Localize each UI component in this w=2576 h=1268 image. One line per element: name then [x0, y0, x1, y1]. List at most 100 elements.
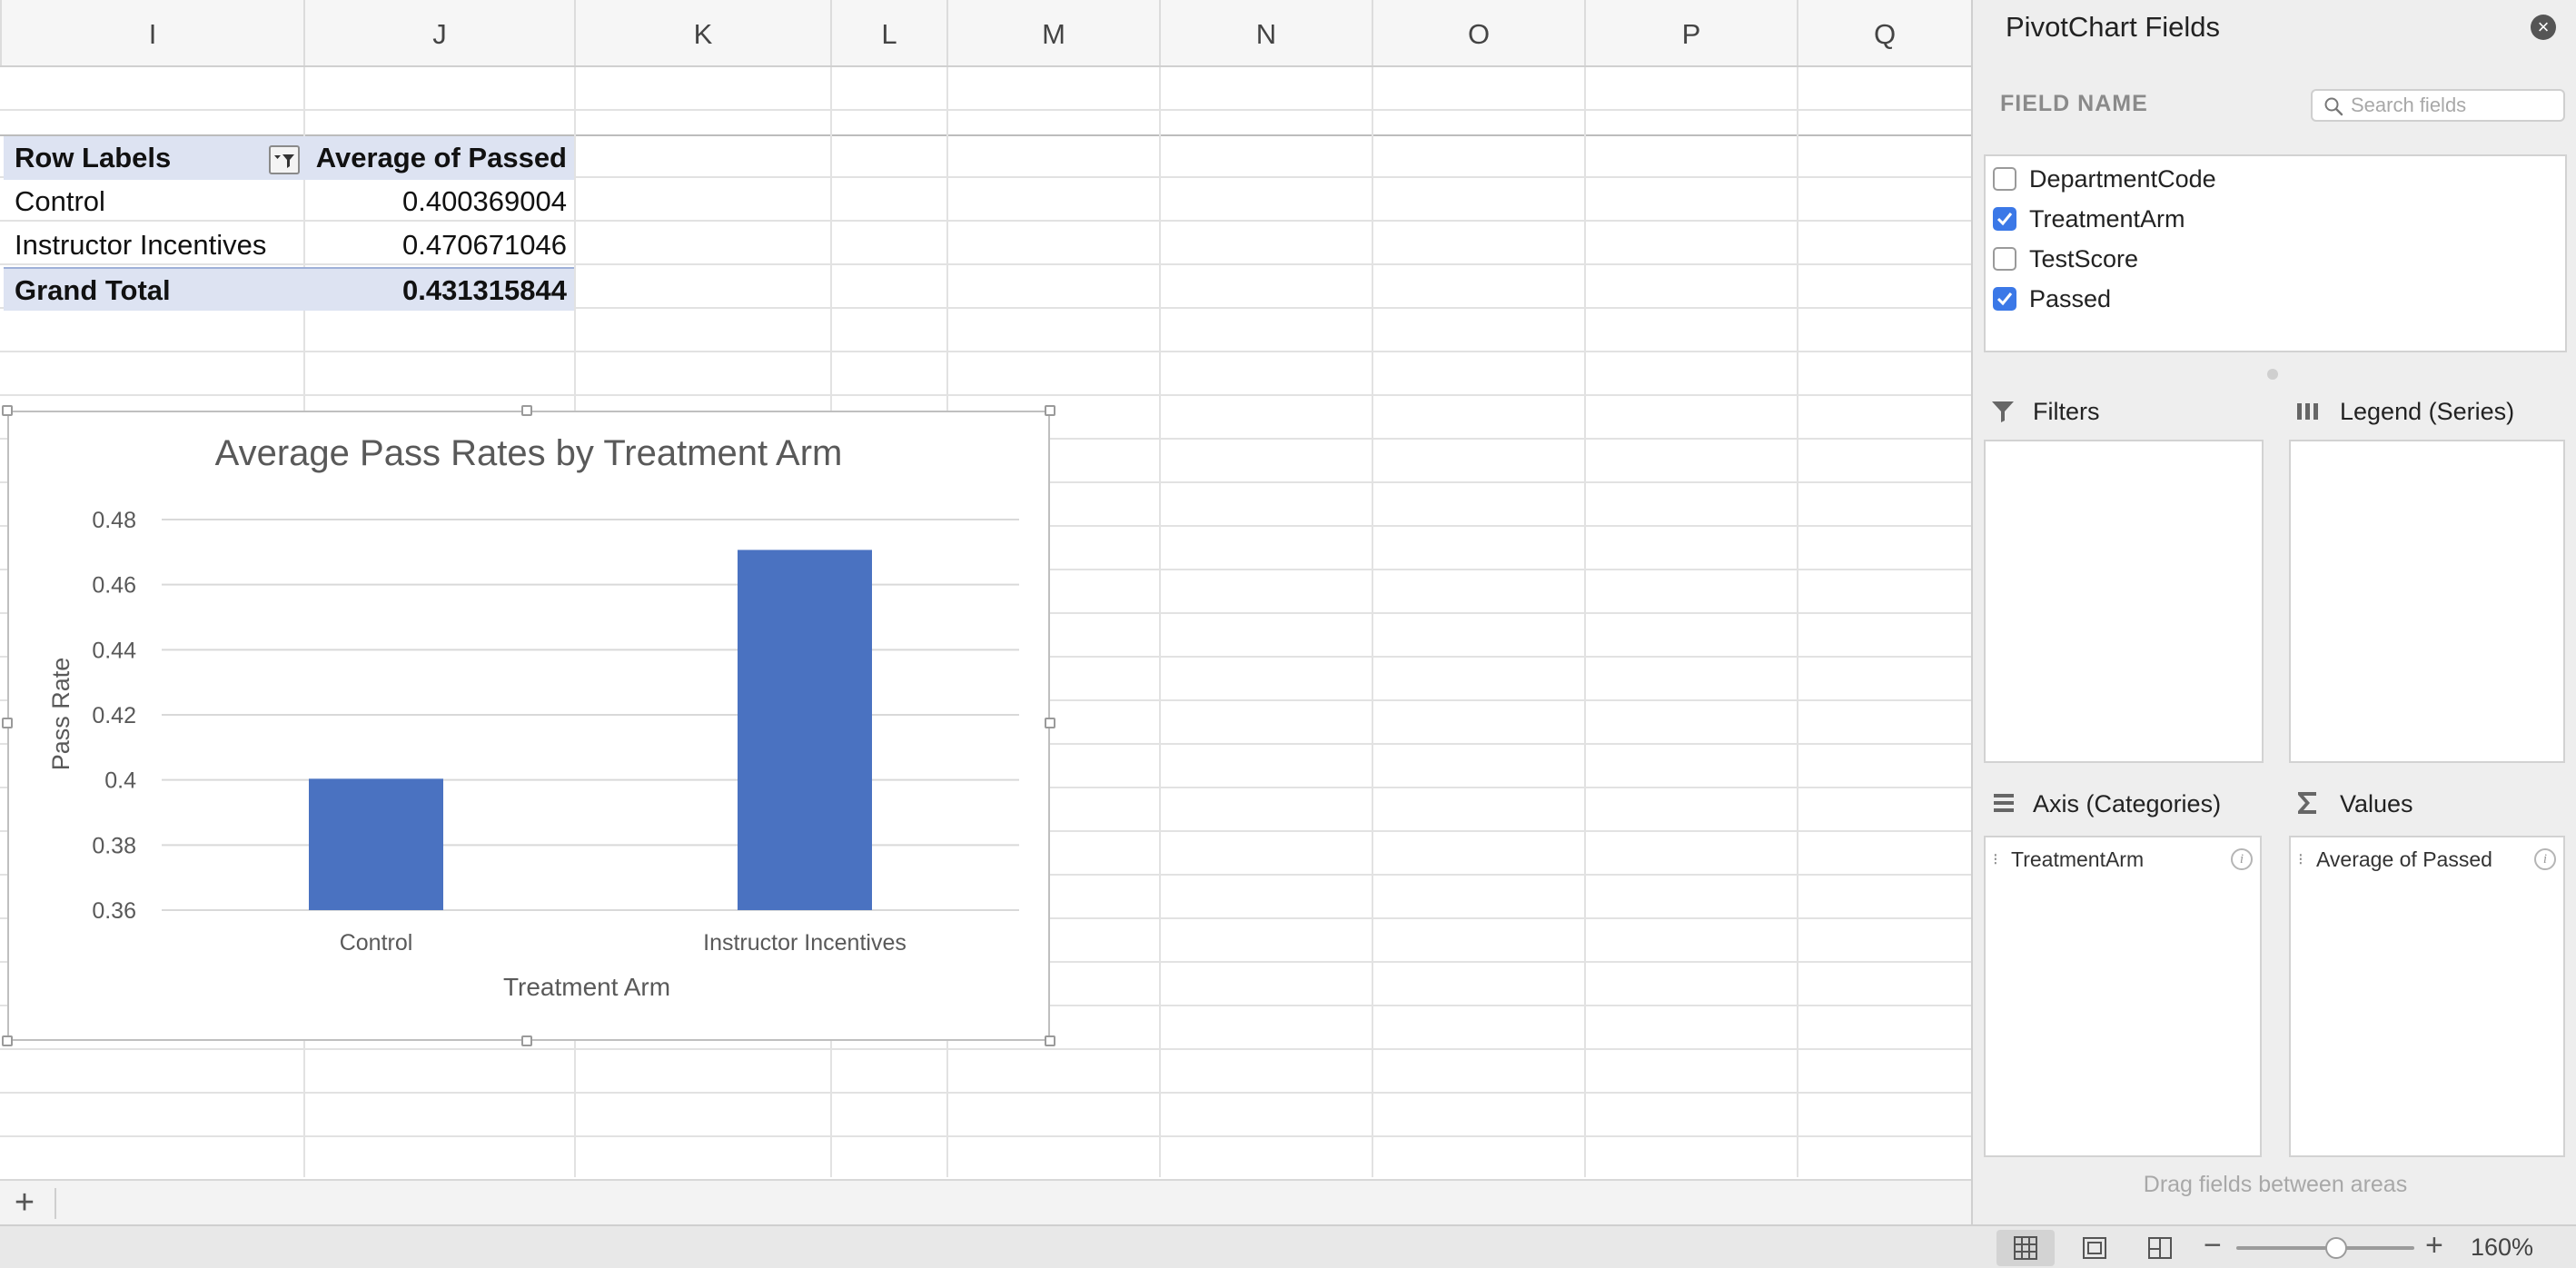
row-line	[0, 1092, 1971, 1094]
zoom-out-button[interactable]: −	[2204, 1228, 2222, 1263]
column-header-i[interactable]: I	[0, 0, 303, 65]
pivot-row-labels-header[interactable]: Row Labels	[4, 136, 303, 180]
chart-resize-handle[interactable]	[2, 718, 13, 728]
field-label: DepartmentCode	[2029, 165, 2216, 193]
axis-area-title: Axis (Categories)	[2033, 790, 2222, 817]
chart-resize-handle[interactable]	[521, 1035, 532, 1046]
filters-area-title: Filters	[2033, 398, 2100, 425]
axis-field-pill[interactable]: ⁝ TreatmentArm i	[1993, 843, 2253, 876]
search-fields-box[interactable]	[2311, 89, 2565, 122]
bar-series[interactable]	[309, 550, 872, 910]
y-tick-label: 0.48	[92, 508, 136, 533]
field-checkbox[interactable]	[1993, 167, 2016, 191]
pivot-row-value[interactable]: 0.470671046	[303, 223, 574, 267]
column-header-k[interactable]: K	[574, 0, 830, 65]
status-bar: − + 160%	[0, 1224, 2576, 1268]
y-gridlines	[162, 519, 1019, 911]
field-checkbox[interactable]	[1993, 287, 2016, 311]
drag-grip-icon[interactable]: ⁝	[2298, 843, 2307, 876]
row-line	[0, 1135, 1971, 1137]
column-header-q[interactable]: Q	[1797, 0, 1971, 65]
filter-icon	[1992, 401, 2014, 422]
chart-resize-handle[interactable]	[521, 405, 532, 416]
chart-resize-handle[interactable]	[2, 405, 13, 416]
row-line	[0, 351, 1971, 352]
x-tick-label: Instructor Incentives	[703, 930, 907, 956]
search-icon	[2324, 97, 2343, 116]
checkmark-icon	[1996, 292, 2013, 306]
values-drop-area[interactable]: ⁝ Average of Passed i	[2289, 836, 2565, 1157]
filters-drop-area[interactable]	[1984, 440, 2264, 763]
field-checkbox[interactable]	[1993, 247, 2016, 271]
chart-resize-handle[interactable]	[1045, 405, 1055, 416]
legend-drop-area[interactable]	[2289, 440, 2565, 763]
field-label: TreatmentArm	[2029, 205, 2185, 233]
chart-title[interactable]: Average Pass Rates by Treatment Arm	[215, 433, 843, 473]
chart-resize-handle[interactable]	[2, 1035, 13, 1046]
x-axis-title[interactable]: Treatment Arm	[503, 973, 670, 1001]
field-list: DepartmentCode TreatmentArm TestScore Pa…	[1984, 154, 2567, 352]
column-header-p[interactable]: P	[1584, 0, 1797, 65]
row-labels-filter-button[interactable]	[269, 145, 300, 174]
y-axis-tick-labels: 0.48 0.46 0.44 0.42 0.4 0.38 0.36	[92, 508, 136, 924]
column-header-o[interactable]: O	[1372, 0, 1584, 65]
page-break-view-button[interactable]	[2131, 1230, 2189, 1266]
chart-resize-handle[interactable]	[1045, 718, 1055, 728]
checkmark-icon	[1996, 213, 2013, 226]
y-tick-label: 0.36	[92, 898, 136, 924]
search-fields-input[interactable]	[2351, 91, 2560, 120]
chart-resize-handle[interactable]	[1045, 1035, 1055, 1046]
bar-control[interactable]	[309, 778, 443, 910]
drag-fields-hint: Drag fields between areas	[2143, 1172, 2408, 1197]
axis-field-label: TreatmentArm	[2011, 847, 2145, 871]
pane-title: PivotChart Fields	[2006, 11, 2221, 43]
field-label: TestScore	[2029, 245, 2139, 272]
values-field-pill[interactable]: ⁝ Average of Passed i	[2298, 843, 2556, 876]
pane-splitter-handle[interactable]	[2267, 369, 2278, 380]
y-tick-label: 0.44	[92, 638, 136, 663]
field-item-passed[interactable]: Passed	[1993, 280, 2538, 316]
legend-area-title: Legend (Series)	[2340, 398, 2515, 425]
add-sheet-button[interactable]: +	[4, 1183, 45, 1224]
sigma-icon	[2298, 792, 2316, 814]
spreadsheet-area[interactable]: I J K L M N O P Q Row Labels Average of …	[0, 0, 1971, 1224]
axis-drop-area[interactable]: ⁝ TreatmentArm i	[1984, 836, 2262, 1157]
bar-instructor-incentives[interactable]	[738, 550, 872, 910]
pivotchart-fields-pane: PivotChart Fields × FIELD NAME Departmen…	[1971, 0, 2576, 1224]
field-item-treatmentarm[interactable]: TreatmentArm	[1993, 200, 2538, 236]
column-header-l[interactable]: L	[830, 0, 946, 65]
excel-window: I J K L M N O P Q Row Labels Average of …	[0, 0, 2576, 1268]
y-tick-label: 0.38	[92, 833, 136, 858]
x-axis-tick-labels: Control Instructor Incentives	[340, 930, 907, 956]
pivot-grand-total-label[interactable]: Grand Total	[4, 267, 303, 311]
field-item-testscore[interactable]: TestScore	[1993, 240, 2538, 276]
filter-dropdown-icon	[274, 154, 294, 168]
column-header-n[interactable]: N	[1159, 0, 1372, 65]
field-item-departmentcode[interactable]: DepartmentCode	[1993, 160, 2538, 196]
grid-view-icon	[2014, 1236, 2037, 1260]
zoom-level[interactable]: 160%	[2471, 1233, 2533, 1262]
drag-grip-icon[interactable]: ⁝	[1993, 843, 2002, 876]
y-axis-title[interactable]: Pass Rate	[47, 658, 74, 771]
pivot-row-label[interactable]: Instructor Incentives	[4, 223, 303, 267]
column-header-j[interactable]: J	[303, 0, 574, 65]
page-layout-view-button[interactable]	[2066, 1230, 2124, 1266]
close-pane-button[interactable]: ×	[2531, 15, 2556, 40]
normal-view-button[interactable]	[1996, 1230, 2055, 1266]
column-line	[1584, 67, 1586, 1177]
values-field-label: Average of Passed	[2316, 847, 2492, 871]
pivot-row-label[interactable]: Control	[4, 180, 303, 223]
tab-divider	[54, 1188, 56, 1219]
pivot-row-value[interactable]: 0.400369004	[303, 180, 574, 223]
pivot-grand-total-value[interactable]: 0.431315844	[303, 267, 574, 311]
pivot-value-header[interactable]: Average of Passed	[303, 136, 574, 180]
field-checkbox[interactable]	[1993, 207, 2016, 231]
field-label: Passed	[2029, 285, 2112, 312]
pivot-chart[interactable]: Average Pass Rates by Treatment Arm 0.48…	[7, 411, 1050, 1041]
column-header-m[interactable]: M	[946, 0, 1159, 65]
info-icon[interactable]: i	[2231, 848, 2253, 870]
zoom-in-button[interactable]: +	[2425, 1228, 2443, 1263]
zoom-slider-thumb[interactable]	[2325, 1237, 2347, 1259]
y-tick-label: 0.4	[104, 768, 136, 794]
info-icon[interactable]: i	[2534, 848, 2556, 870]
